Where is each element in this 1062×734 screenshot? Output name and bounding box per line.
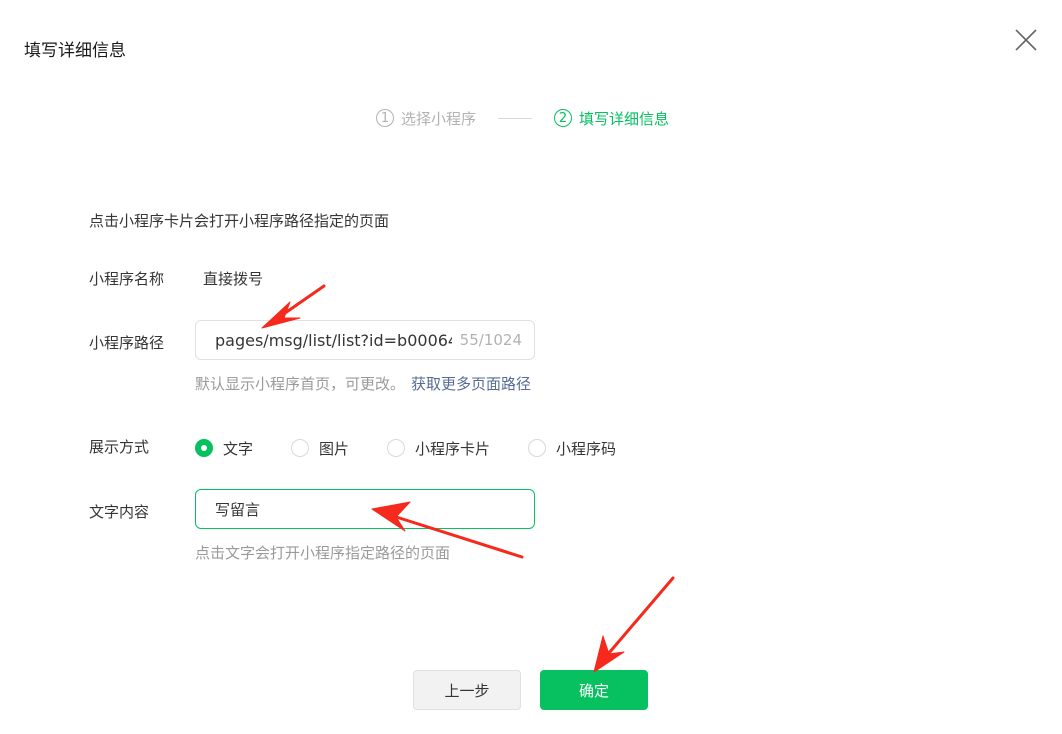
text-content-input[interactable]: 写留言: [195, 489, 535, 529]
red-arrow-icon: [593, 576, 675, 673]
path-char-counter: 55/1024: [459, 331, 522, 349]
radio-option-card[interactable]: 小程序卡片: [387, 438, 490, 459]
miniprogram-name-label: 小程序名称: [89, 270, 165, 288]
dialog-title: 填写详细信息: [24, 41, 126, 61]
step-fill-details: 2 填写详细信息: [554, 108, 669, 129]
display-mode-radio-group: 文字 图片 小程序卡片 小程序码: [195, 437, 654, 459]
form-description: 点击小程序卡片会打开小程序路径指定的页面: [89, 212, 390, 230]
text-content-hint: 点击文字会打开小程序指定路径的页面: [195, 544, 451, 562]
previous-step-button[interactable]: 上一步: [413, 670, 521, 710]
step-number: 1: [376, 109, 394, 127]
step-number: 2: [554, 109, 573, 127]
miniprogram-path-input[interactable]: pages/msg/list/list?id=b00064 55/1024: [195, 320, 535, 360]
close-icon: [1015, 29, 1037, 51]
path-hint: 默认显示小程序首页，可更改。 获取更多页面路径: [195, 373, 531, 394]
radio-unchecked-icon: [528, 439, 547, 457]
radio-option-code[interactable]: 小程序码: [528, 438, 616, 459]
text-input-value: 写留言: [215, 500, 261, 519]
close-button[interactable]: [1014, 28, 1038, 52]
step-label: 选择小程序: [401, 109, 477, 128]
miniprogram-path-label: 小程序路径: [89, 334, 165, 352]
step-label: 填写详细信息: [579, 109, 670, 128]
step-indicator: 1 选择小程序 2 填写详细信息: [376, 106, 669, 130]
miniprogram-name-value: 直接拨号: [203, 270, 264, 288]
radio-label: 小程序码: [556, 439, 617, 458]
more-paths-link[interactable]: 获取更多页面路径: [411, 375, 531, 393]
text-content-label: 文字内容: [89, 503, 150, 521]
radio-unchecked-icon: [291, 439, 310, 457]
step-divider: [498, 117, 533, 119]
path-input-value: pages/msg/list/list?id=b00064: [215, 330, 452, 350]
display-mode-label: 展示方式: [89, 438, 150, 456]
radio-option-text[interactable]: 文字: [195, 438, 253, 459]
confirm-button[interactable]: 确定: [540, 670, 648, 710]
step-select-miniprogram: 1 选择小程序: [376, 108, 476, 129]
radio-label: 小程序卡片: [415, 439, 491, 458]
radio-checked-icon: [195, 439, 213, 457]
radio-option-image[interactable]: 图片: [291, 438, 349, 459]
radio-unchecked-icon: [387, 439, 406, 457]
radio-label: 图片: [319, 439, 350, 458]
radio-label: 文字: [223, 439, 254, 458]
path-hint-text: 默认显示小程序首页，可更改。: [195, 375, 406, 393]
